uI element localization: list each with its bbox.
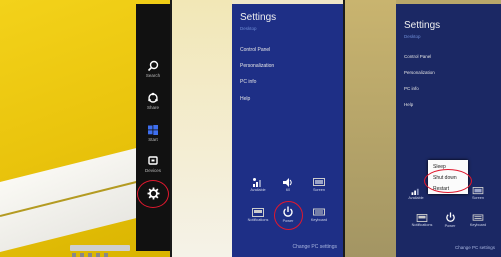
tile-label: Power	[444, 224, 456, 228]
tile-label: Available	[250, 188, 266, 192]
link-pc-info[interactable]: PC info	[404, 86, 419, 91]
tile-label: Keyboard	[469, 223, 487, 227]
tile-label: Screen	[471, 196, 485, 200]
link-control-panel[interactable]: Control Panel	[240, 47, 270, 53]
link-help[interactable]: Help	[404, 102, 413, 107]
tile-label: 60	[285, 188, 291, 192]
network-icon	[411, 188, 419, 195]
keyboard-icon	[472, 214, 484, 221]
volume-icon	[283, 178, 292, 187]
tile-label: Keyboard	[310, 218, 328, 222]
link-personalization[interactable]: Personalization	[240, 63, 274, 69]
power-icon	[445, 212, 455, 222]
settings-pane: Settings Desktop Control Panel Personali…	[396, 4, 501, 257]
taskbar[interactable]	[70, 245, 130, 257]
charm-search[interactable]: Search	[136, 60, 170, 78]
settings-subtitle: Desktop	[240, 26, 257, 31]
charm-label: Start	[148, 137, 158, 142]
tile-network[interactable]: Available	[246, 178, 270, 192]
network-icon	[253, 178, 261, 187]
tile-notifications[interactable]: Notifications	[410, 214, 434, 227]
screenshot-triptych: Search Share Start Devices Settings Desk…	[0, 0, 501, 257]
link-control-panel[interactable]: Control Panel	[404, 54, 431, 59]
charm-devices[interactable]: Devices	[136, 155, 170, 173]
settings-title: Settings	[404, 20, 441, 31]
desktop-wallpaper	[172, 0, 232, 257]
charm-label: Devices	[144, 168, 161, 173]
charm-label: Share	[146, 105, 159, 110]
search-icon	[147, 60, 159, 72]
screen-icon	[313, 178, 325, 186]
tile-notifications[interactable]: Notifications	[246, 208, 270, 222]
tile-keyboard[interactable]: Keyboard	[307, 208, 331, 222]
settings-subtitle: Desktop	[404, 34, 421, 39]
link-help[interactable]: Help	[240, 96, 250, 102]
tile-label: Notifications	[411, 223, 433, 227]
notifications-icon	[416, 214, 428, 222]
tile-volume[interactable]: 60	[276, 178, 300, 192]
devices-icon	[148, 156, 158, 165]
charms-bar: Search Share Start Devices	[136, 4, 170, 251]
change-pc-settings-link[interactable]: Change PC settings	[455, 245, 495, 250]
highlight-circle-settings	[137, 180, 169, 208]
share-icon	[148, 92, 158, 103]
tile-label: Notifications	[247, 218, 269, 222]
charm-start[interactable]: Start	[136, 124, 170, 142]
tile-power[interactable]: Power	[438, 212, 462, 228]
tile-label: Available	[408, 196, 424, 200]
settings-title: Settings	[240, 12, 277, 23]
tile-keyboard[interactable]: Keyboard	[466, 214, 490, 227]
screen-icon	[472, 187, 484, 195]
tile-screen[interactable]: Screen	[466, 187, 490, 200]
desktop-panel-charms: Search Share Start Devices	[0, 0, 170, 257]
change-pc-settings-link[interactable]: Change PC settings	[293, 244, 337, 250]
windows-logo-icon	[148, 125, 158, 135]
highlight-circle-power	[274, 201, 303, 230]
notifications-icon	[252, 208, 264, 217]
tile-screen[interactable]: Screen	[307, 178, 331, 192]
charm-share[interactable]: Share	[136, 92, 170, 110]
tile-label: Screen	[312, 188, 326, 192]
desktop-wallpaper	[345, 0, 396, 257]
link-pc-info[interactable]: PC info	[240, 79, 256, 85]
charm-label: Search	[145, 73, 161, 78]
keyboard-icon	[313, 208, 325, 216]
tile-network[interactable]: Available	[404, 187, 428, 200]
settings-pane: Settings Desktop Control Panel Personali…	[232, 4, 343, 257]
link-personalization[interactable]: Personalization	[404, 70, 435, 75]
highlight-circle-shut-down	[424, 169, 472, 193]
